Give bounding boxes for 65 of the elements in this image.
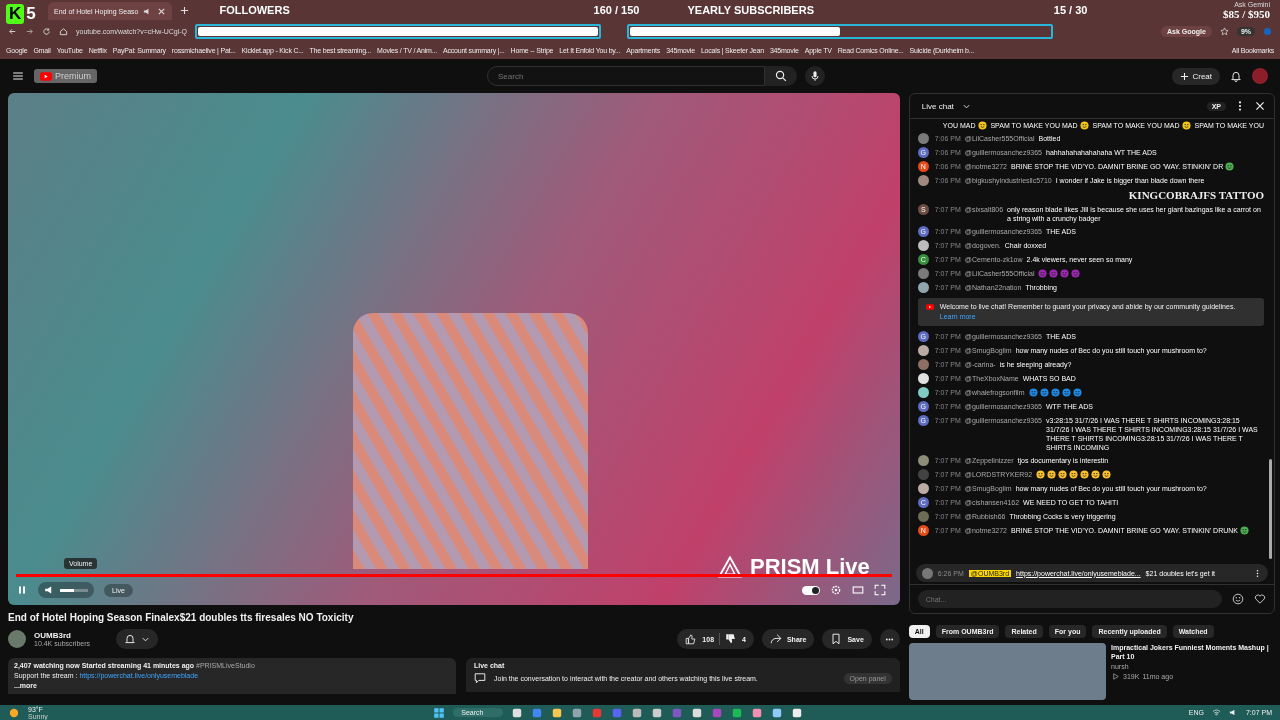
play-logo-icon (925, 303, 934, 310)
search-icon (775, 70, 787, 82)
chat-title-dropdown[interactable]: Live chat (921, 101, 954, 111)
microphone-button[interactable] (805, 66, 825, 86)
app-icon[interactable] (511, 706, 524, 719)
wifi-icon[interactable] (1211, 708, 1221, 717)
goal-label: YEARLY SUBSCRIBERS (687, 4, 814, 16)
app-icon[interactable] (631, 706, 644, 719)
settings-icon[interactable] (829, 584, 842, 596)
chat-bubble-icon (474, 672, 486, 684)
reload-icon[interactable] (42, 26, 51, 36)
close-icon[interactable] (1254, 100, 1266, 112)
volume-slider[interactable] (60, 588, 88, 592)
share-icon (769, 633, 782, 645)
app-icon[interactable] (791, 706, 804, 719)
logo-letter: K (6, 4, 25, 24)
microphone-icon (809, 70, 821, 82)
goal-count: 15 / 30 (1053, 4, 1088, 16)
search-field[interactable]: Search (487, 66, 765, 86)
bell-icon (124, 633, 137, 645)
overlay-caption: KINGCOBRAJFS TATTOO (1128, 189, 1264, 201)
theater-mode-icon[interactable] (851, 584, 864, 596)
app-icon[interactable] (551, 706, 564, 719)
star-icon[interactable] (1219, 26, 1229, 36)
app-icon[interactable] (571, 706, 584, 719)
video-title: End of Hotel Hoping Season Finalex$21 doubles tts firesales NO Toxicity (8, 612, 355, 623)
forward-icon[interactable] (25, 26, 34, 36)
bookmark-icon (830, 633, 843, 645)
goal-count: 160 / 150 (593, 4, 640, 16)
app-icon[interactable] (751, 706, 764, 719)
app-icon[interactable] (731, 706, 744, 719)
menu-icon[interactable] (12, 70, 24, 82)
goal-label: FOLLOWERS (219, 4, 290, 16)
sun-icon (8, 706, 20, 719)
logo-number: 5 (26, 4, 36, 24)
more-button[interactable] (879, 629, 900, 649)
pause-icon[interactable] (16, 584, 28, 596)
new-tab-icon[interactable] (180, 5, 190, 15)
volume-control[interactable] (38, 582, 94, 598)
notification-bell-icon[interactable] (1230, 70, 1242, 82)
autoplay-toggle[interactable] (801, 585, 820, 595)
youtube-premium-logo[interactable]: Premium (34, 69, 97, 83)
app-icon[interactable] (691, 706, 704, 719)
plus-icon (1180, 71, 1190, 81)
back-icon[interactable] (8, 26, 17, 36)
notification-button[interactable] (116, 629, 159, 649)
scrollbar[interactable] (1269, 459, 1272, 559)
app-icon[interactable] (771, 706, 784, 719)
search-button[interactable] (765, 66, 797, 86)
channel-avatar[interactable] (8, 630, 26, 648)
heart-icon[interactable] (1254, 593, 1266, 605)
triangle-logo-icon (717, 556, 742, 578)
play-icon (1111, 672, 1121, 681)
windows-start-icon[interactable] (433, 706, 446, 719)
thumbs-down-icon[interactable] (725, 633, 738, 645)
home-icon[interactable] (59, 26, 68, 36)
thumbs-up-icon[interactable] (685, 633, 698, 645)
create-button[interactable]: Creat (1172, 67, 1220, 85)
user-avatar (921, 567, 933, 579)
fullscreen-icon[interactable] (873, 584, 886, 596)
donation-goal: $85 / $950 (1222, 7, 1270, 20)
app-icon[interactable] (651, 706, 664, 719)
smiley-icon[interactable] (1232, 593, 1244, 605)
watermark-text: PRISM Live (717, 554, 870, 580)
channel-name[interactable]: OUMB3rd (34, 631, 91, 640)
